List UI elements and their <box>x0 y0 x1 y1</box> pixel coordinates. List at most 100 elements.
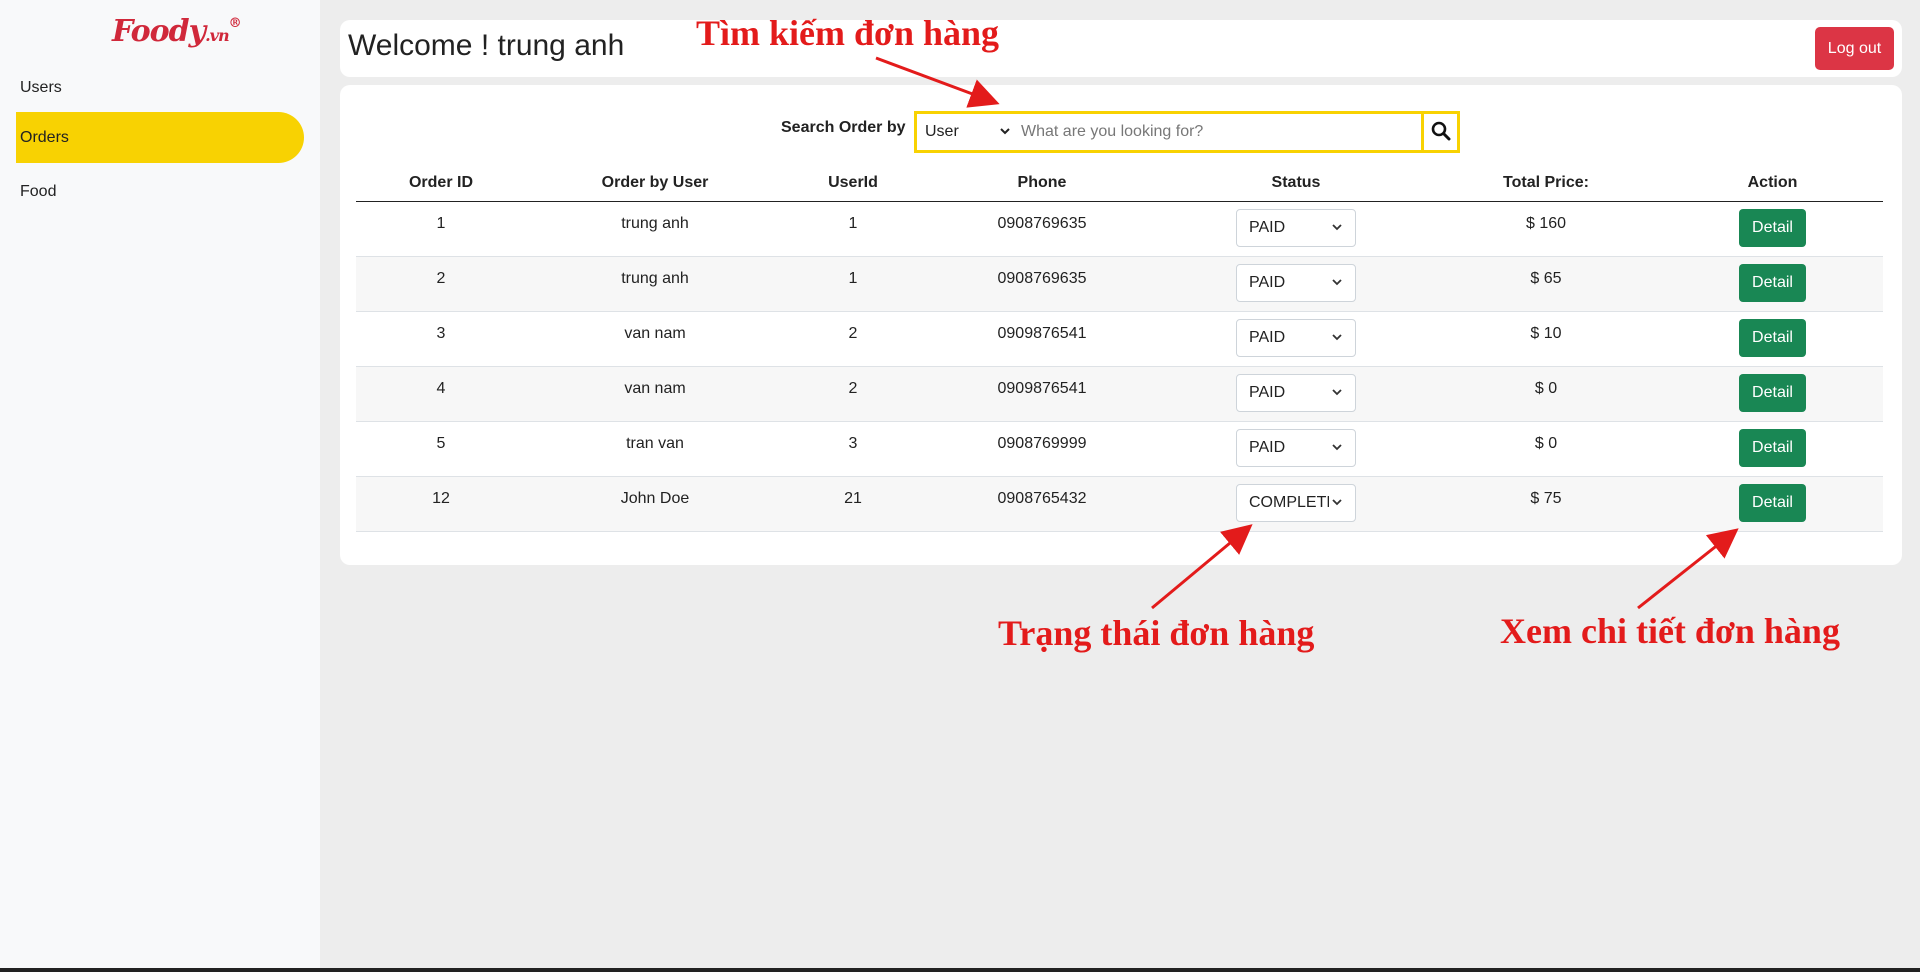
detail-button[interactable]: Detail <box>1739 318 1806 357</box>
annotation-detail: Xem chi tiết đơn hàng <box>1500 611 1840 651</box>
search-input[interactable] <box>1017 114 1421 150</box>
order-action-cell: Detail <box>1662 476 1883 532</box>
column-header-phone: Phone <box>922 165 1162 202</box>
order-user-cell: tran van <box>526 421 784 477</box>
sidebar-item-orders[interactable]: Orders <box>16 112 304 163</box>
chevron-down-icon <box>1331 485 1343 521</box>
logout-button[interactable]: Log out <box>1815 27 1894 70</box>
column-header-userid: UserId <box>784 165 922 202</box>
column-header-status: Status <box>1162 165 1430 202</box>
order-total-cell: $ 0 <box>1430 366 1662 422</box>
sidebar-item-users[interactable]: Users <box>16 62 304 113</box>
chevron-down-icon <box>999 114 1011 164</box>
status-select[interactable]: PAID <box>1236 263 1356 302</box>
search-icon <box>1431 121 1451 144</box>
order-action-cell: Detail <box>1662 311 1883 367</box>
logo-main: Foody <box>112 14 206 49</box>
order-user-cell: trung anh <box>526 201 784 257</box>
order-phone-cell: 0909876541 <box>922 366 1162 422</box>
chevron-down-icon <box>1331 320 1343 356</box>
search-bar: User <box>914 111 1460 153</box>
order-user-cell: trung anh <box>526 256 784 312</box>
order-userid-cell: 1 <box>784 201 922 257</box>
page-title: Welcome ! trung anh <box>348 29 625 62</box>
order-user-cell: John Doe <box>526 476 784 532</box>
order-userid-cell: 1 <box>784 256 922 312</box>
order-status-cell: PAID <box>1162 201 1430 257</box>
table-row: 4 van nam 2 0909876541 PAID $ 0 Detail <box>356 366 1883 422</box>
chevron-down-icon <box>1331 265 1343 301</box>
column-header-order-id: Order ID <box>356 165 526 202</box>
logo-registered: ® <box>228 16 242 31</box>
order-status-cell: PAID <box>1162 256 1430 312</box>
column-header-total-price: Total Price: <box>1430 165 1662 202</box>
detail-button[interactable]: Detail <box>1739 428 1806 467</box>
order-status-cell: PAID <box>1162 311 1430 367</box>
sidebar-item-food[interactable]: Food <box>16 166 304 217</box>
annotation-search: Tìm kiếm đơn hàng <box>696 13 1000 53</box>
order-phone-cell: 0908769635 <box>922 201 1162 257</box>
column-header-order-by-user: Order by User <box>526 165 784 202</box>
bottom-edge <box>0 968 1920 972</box>
order-phone-cell: 0909876541 <box>922 311 1162 367</box>
chevron-down-icon <box>1331 210 1343 246</box>
table-row: 1 trung anh 1 0908769635 PAID $ 160 Deta… <box>356 201 1883 257</box>
table-row: 5 tran van 3 0908769999 PAID $ 0 Detail <box>356 421 1883 477</box>
detail-button[interactable]: Detail <box>1739 208 1806 247</box>
logo-suffix: .vn <box>205 26 229 45</box>
sidebar-item-label: Users <box>20 79 62 96</box>
table-header-row: Order ID Order by User UserId Phone Stat… <box>356 165 1883 202</box>
order-action-cell: Detail <box>1662 366 1883 422</box>
order-status-cell: PAID <box>1162 366 1430 422</box>
status-select[interactable]: PAID <box>1236 318 1356 357</box>
order-id-cell: 2 <box>356 256 526 312</box>
detail-button[interactable]: Detail <box>1739 263 1806 302</box>
detail-button[interactable]: Detail <box>1739 373 1806 412</box>
order-action-cell: Detail <box>1662 256 1883 312</box>
search-field-value: User <box>925 123 959 140</box>
status-select[interactable]: PAID <box>1236 428 1356 467</box>
order-id-cell: 1 <box>356 201 526 257</box>
search-field-select[interactable]: User <box>917 114 1017 150</box>
order-total-cell: $ 10 <box>1430 311 1662 367</box>
status-value: PAID <box>1249 273 1286 291</box>
order-phone-cell: 0908769999 <box>922 421 1162 477</box>
status-value: PAID <box>1249 328 1286 346</box>
order-id-cell: 12 <box>356 476 526 532</box>
order-total-cell: $ 75 <box>1430 476 1662 532</box>
orders-table: Order ID Order by User UserId Phone Stat… <box>356 165 1883 532</box>
order-total-cell: $ 0 <box>1430 421 1662 477</box>
sidebar-item-label: Orders <box>20 129 69 146</box>
order-phone-cell: 0908765432 <box>922 476 1162 532</box>
order-userid-cell: 3 <box>784 421 922 477</box>
order-status-cell: COMPLETED <box>1162 476 1430 532</box>
order-userid-cell: 21 <box>784 476 922 532</box>
order-total-cell: $ 160 <box>1430 201 1662 257</box>
order-action-cell: Detail <box>1662 201 1883 257</box>
status-value: PAID <box>1249 218 1286 236</box>
annotation-status: Trạng thái đơn hàng <box>998 613 1315 653</box>
chevron-down-icon <box>1331 430 1343 466</box>
header-bar: Welcome ! trung anh Log out <box>340 20 1902 77</box>
sidebar-item-label: Food <box>20 183 57 200</box>
table-row: 3 van nam 2 0909876541 PAID $ 10 Detail <box>356 311 1883 367</box>
order-user-cell: van nam <box>526 311 784 367</box>
order-total-cell: $ 65 <box>1430 256 1662 312</box>
order-id-cell: 5 <box>356 421 526 477</box>
column-header-action: Action <box>1662 165 1883 202</box>
status-select[interactable]: PAID <box>1236 208 1356 247</box>
order-phone-cell: 0908769635 <box>922 256 1162 312</box>
status-select[interactable]: PAID <box>1236 373 1356 412</box>
sidebar: Foody.vn® Users Orders Food <box>0 0 320 968</box>
status-value: PAID <box>1249 438 1286 456</box>
chevron-down-icon <box>1331 375 1343 411</box>
foody-logo[interactable]: Foody.vn® <box>112 14 242 49</box>
order-id-cell: 3 <box>356 311 526 367</box>
status-value: COMPLETED <box>1249 493 1329 511</box>
order-status-cell: PAID <box>1162 421 1430 477</box>
status-value: PAID <box>1249 383 1286 401</box>
status-select[interactable]: COMPLETED <box>1236 483 1356 522</box>
detail-button[interactable]: Detail <box>1739 483 1806 522</box>
search-button[interactable] <box>1421 114 1457 150</box>
search-label: Search Order by <box>781 119 906 136</box>
